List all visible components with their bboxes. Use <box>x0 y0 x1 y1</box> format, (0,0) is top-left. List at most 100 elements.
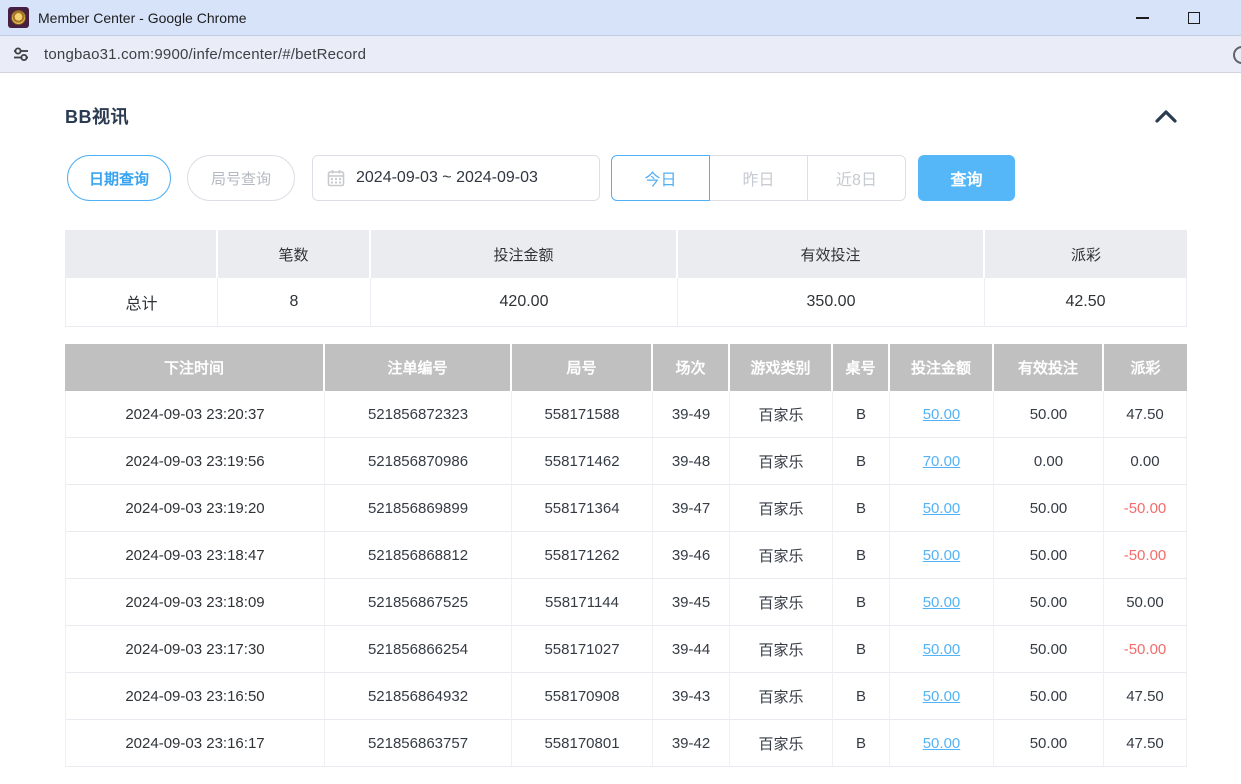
bet-time-cell: 2024-09-03 23:20:37 <box>65 391 325 438</box>
bet-amount-link[interactable]: 50.00 <box>923 641 961 658</box>
bet-time-cell: 2024-09-03 23:18:09 <box>65 579 325 626</box>
table-number-cell: B <box>833 485 890 532</box>
game-type-cell: 百家乐 <box>730 626 833 673</box>
payout-cell: -50.00 <box>1104 626 1187 673</box>
bet-amount-cell: 50.00 <box>890 391 994 438</box>
calendar-icon <box>327 169 345 187</box>
valid-bet-cell: 50.00 <box>994 485 1104 532</box>
bet-amount-cell: 70.00 <box>890 438 994 485</box>
records-table-body: 2024-09-03 23:20:37521856872323558171588… <box>65 391 1187 767</box>
app-favicon-icon <box>8 7 29 28</box>
payout-cell: 50.00 <box>1104 579 1187 626</box>
quick-range-group: 今日 昨日 近8日 <box>611 155 906 201</box>
round-number-cell: 558171588 <box>512 391 653 438</box>
payout-cell: 47.50 <box>1104 720 1187 767</box>
site-settings-icon[interactable] <box>10 43 32 65</box>
bet-time-cell: 2024-09-03 23:19:56 <box>65 438 325 485</box>
maximize-icon <box>1188 12 1200 24</box>
url-text[interactable]: tongbao31.com:9900/infe/mcenter/#/betRec… <box>44 46 366 63</box>
round-number-cell: 558171262 <box>512 532 653 579</box>
table-number-cell: B <box>833 720 890 767</box>
bet-amount-link[interactable]: 70.00 <box>923 453 961 470</box>
session-cell: 39-46 <box>653 532 730 579</box>
bet-id-cell: 521856866254 <box>325 626 512 673</box>
bet-amount-cell: 50.00 <box>890 626 994 673</box>
bet-time-cell: 2024-09-03 23:16:17 <box>65 720 325 767</box>
bet-amount-link[interactable]: 50.00 <box>923 547 961 564</box>
bet-id-cell: 521856868812 <box>325 532 512 579</box>
valid-bet-cell: 50.00 <box>994 391 1104 438</box>
round-query-tab[interactable]: 局号查询 <box>187 155 295 201</box>
search-button[interactable]: 查询 <box>918 155 1015 201</box>
payout-cell: 47.50 <box>1104 391 1187 438</box>
valid-bet-cell: 0.00 <box>994 438 1104 485</box>
bet-time-cell: 2024-09-03 23:16:50 <box>65 673 325 720</box>
last-8-days-button[interactable]: 近8日 <box>807 155 906 201</box>
page-title: BB视讯 <box>65 103 129 129</box>
table-number-cell: B <box>833 673 890 720</box>
yesterday-button[interactable]: 昨日 <box>709 155 808 201</box>
section-header: BB视讯 <box>65 103 1187 129</box>
today-button[interactable]: 今日 <box>611 155 710 201</box>
valid-bet-cell: 50.00 <box>994 532 1104 579</box>
bet-time-cell: 2024-09-03 23:17:30 <box>65 626 325 673</box>
bet-amount-link[interactable]: 50.00 <box>923 735 961 752</box>
bet-amount-cell: 50.00 <box>890 673 994 720</box>
game-type-cell: 百家乐 <box>730 438 833 485</box>
date-range-value: 2024-09-03 ~ 2024-09-03 <box>356 169 538 187</box>
game-type-cell: 百家乐 <box>730 673 833 720</box>
bet-time-cell: 2024-09-03 23:18:47 <box>65 532 325 579</box>
session-cell: 39-44 <box>653 626 730 673</box>
payout-cell: 0.00 <box>1104 438 1187 485</box>
table-number-cell: B <box>833 532 890 579</box>
table-row: 2024-09-03 23:19:56521856870986558171462… <box>65 438 1187 485</box>
minimize-button[interactable] <box>1135 11 1149 25</box>
minimize-icon <box>1136 17 1149 19</box>
casino-chip-icon <box>11 10 26 25</box>
date-range-picker[interactable]: 2024-09-03 ~ 2024-09-03 <box>312 155 600 201</box>
valid-bet-cell: 50.00 <box>994 673 1104 720</box>
bet-amount-link[interactable]: 50.00 <box>923 594 961 611</box>
round-number-cell: 558170908 <box>512 673 653 720</box>
summary-total-label: 总计 <box>65 278 218 327</box>
col-header-table-number: 桌号 <box>833 344 890 391</box>
window-title: Member Center - Google Chrome <box>38 10 247 26</box>
window-titlebar: Member Center - Google Chrome <box>0 0 1241 36</box>
col-header-payout: 派彩 <box>1104 344 1187 391</box>
summary-valid-bet-value: 350.00 <box>678 278 985 327</box>
summary-count-value: 8 <box>218 278 371 327</box>
summary-header-blank <box>65 230 218 278</box>
bet-id-cell: 521856870986 <box>325 438 512 485</box>
col-header-game-type: 游戏类别 <box>730 344 833 391</box>
window-controls <box>1135 11 1233 25</box>
bet-id-cell: 521856872323 <box>325 391 512 438</box>
summary-header-row: 笔数 投注金额 有效投注 派彩 <box>65 230 1187 278</box>
summary-header-count: 笔数 <box>218 230 371 278</box>
records-table: 下注时间 注单编号 局号 场次 游戏类别 桌号 投注金额 有效投注 派彩 202… <box>65 344 1187 767</box>
profile-icon[interactable] <box>1233 46 1241 64</box>
bet-id-cell: 521856869899 <box>325 485 512 532</box>
col-header-round-number: 局号 <box>512 344 653 391</box>
table-number-cell: B <box>833 626 890 673</box>
table-row: 2024-09-03 23:18:09521856867525558171144… <box>65 579 1187 626</box>
summary-table: 笔数 投注金额 有效投注 派彩 总计 8 420.00 350.00 42.50 <box>65 230 1187 327</box>
maximize-button[interactable] <box>1187 11 1201 25</box>
summary-total-row: 总计 8 420.00 350.00 42.50 <box>65 278 1187 327</box>
url-bar: tongbao31.com:9900/infe/mcenter/#/betRec… <box>0 36 1241 73</box>
bet-id-cell: 521856867525 <box>325 579 512 626</box>
table-row: 2024-09-03 23:18:47521856868812558171262… <box>65 532 1187 579</box>
bet-amount-link[interactable]: 50.00 <box>923 406 961 423</box>
payout-cell: -50.00 <box>1104 532 1187 579</box>
date-query-tab[interactable]: 日期查询 <box>67 155 171 201</box>
bet-amount-link[interactable]: 50.00 <box>923 500 961 517</box>
table-row: 2024-09-03 23:16:17521856863757558170801… <box>65 720 1187 767</box>
col-header-bet-id: 注单编号 <box>325 344 512 391</box>
bet-amount-link[interactable]: 50.00 <box>923 688 961 705</box>
table-row: 2024-09-03 23:16:50521856864932558170908… <box>65 673 1187 720</box>
game-type-cell: 百家乐 <box>730 485 833 532</box>
table-number-cell: B <box>833 579 890 626</box>
summary-header-bet-amount: 投注金额 <box>371 230 678 278</box>
summary-header-payout: 派彩 <box>985 230 1187 278</box>
valid-bet-cell: 50.00 <box>994 720 1104 767</box>
chevron-up-icon[interactable] <box>1155 109 1177 123</box>
